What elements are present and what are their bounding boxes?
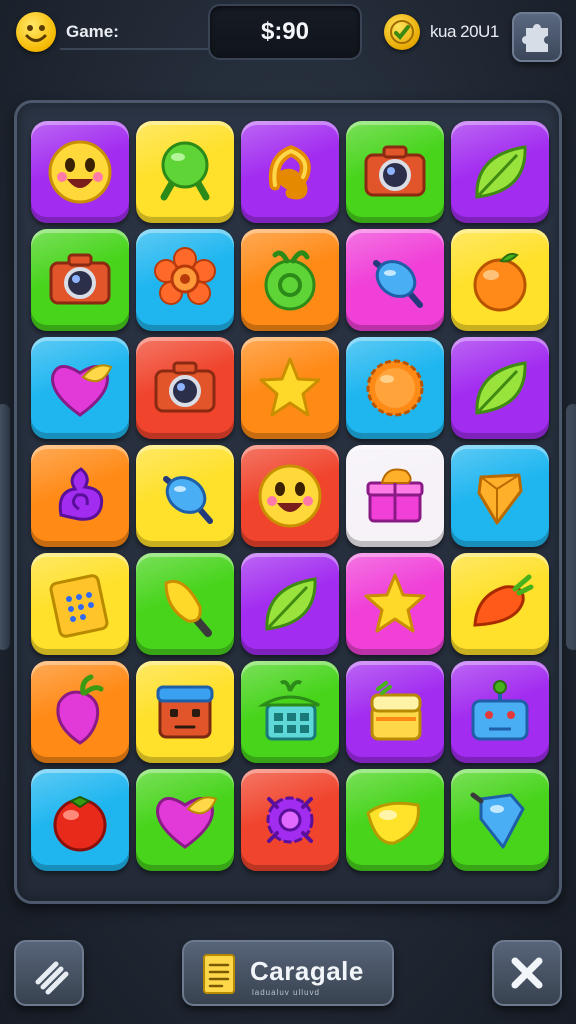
green-apple-icon — [264, 250, 316, 311]
tile[interactable] — [241, 661, 339, 763]
tile[interactable] — [31, 661, 129, 763]
orange-ribbon-icon — [268, 145, 311, 200]
lemon-icon — [366, 801, 420, 845]
tile[interactable] — [451, 445, 549, 547]
gift-box-icon — [366, 468, 424, 523]
calculator-icon — [49, 574, 109, 638]
menu-icon — [35, 961, 69, 995]
right-side-tab — [566, 404, 576, 650]
tile[interactable] — [451, 769, 549, 871]
orange-gem-icon — [477, 473, 523, 525]
game-board — [14, 100, 562, 904]
heart-icon — [156, 796, 218, 849]
puzzle-piece-icon — [522, 24, 548, 52]
score-value: $:90 — [260, 18, 310, 45]
basket-icon — [257, 680, 320, 741]
puzzle-button[interactable] — [512, 12, 562, 62]
green-lollipop-icon — [160, 141, 210, 201]
leaf-icon — [475, 145, 527, 199]
tile[interactable] — [31, 229, 129, 331]
tile[interactable] — [346, 769, 444, 871]
camera-icon — [49, 253, 111, 305]
tile[interactable] — [136, 661, 234, 763]
camera-icon — [364, 145, 426, 197]
robot-face-icon — [156, 685, 214, 739]
tile[interactable] — [346, 661, 444, 763]
action-button[interactable]: Caragale ladualuv ulluvd — [182, 940, 394, 1006]
orange-cookie-icon — [366, 359, 424, 417]
blue-lollipop-icon — [373, 260, 423, 308]
tile[interactable] — [31, 121, 129, 223]
close-icon — [511, 957, 543, 989]
yellow-popsicle-icon — [164, 580, 212, 637]
score-display: $:90 — [208, 4, 362, 60]
tile[interactable] — [241, 229, 339, 331]
action-sublabel: ladualuv ulluvd — [252, 988, 320, 997]
tile[interactable] — [241, 769, 339, 871]
coin-icon — [384, 14, 420, 50]
tile[interactable] — [136, 445, 234, 547]
tile[interactable] — [136, 553, 234, 655]
game-label: Game: — [66, 22, 119, 41]
cake-icon — [370, 681, 422, 741]
tile[interactable] — [451, 553, 549, 655]
tile[interactable] — [241, 337, 339, 439]
tomato-icon — [53, 795, 107, 852]
tile[interactable] — [241, 445, 339, 547]
tile[interactable] — [241, 121, 339, 223]
leaf-icon — [475, 361, 527, 415]
star-icon — [259, 357, 321, 417]
blue-lollipop-icon — [163, 476, 213, 524]
tile[interactable] — [136, 229, 234, 331]
robot-icon — [471, 680, 529, 741]
tile[interactable] — [451, 229, 549, 331]
tile[interactable] — [346, 121, 444, 223]
blue-gem-icon — [470, 792, 525, 849]
orange-flower-icon — [154, 247, 216, 305]
tile[interactable] — [31, 553, 129, 655]
document-icon — [203, 954, 235, 994]
smiley-face-icon — [258, 464, 322, 528]
purple-flower-icon — [266, 796, 314, 844]
tile[interactable] — [136, 121, 234, 223]
action-label: Caragale — [250, 956, 364, 986]
leaf-icon — [265, 577, 317, 631]
tile[interactable] — [136, 337, 234, 439]
carrot-icon — [473, 574, 534, 627]
tile[interactable] — [346, 445, 444, 547]
tile[interactable] — [451, 661, 549, 763]
tile[interactable] — [136, 769, 234, 871]
heart-icon — [51, 364, 113, 417]
camera-icon — [154, 361, 216, 413]
tile[interactable] — [31, 769, 129, 871]
smiley-face-icon — [16, 12, 56, 52]
tile[interactable] — [451, 121, 549, 223]
tile[interactable] — [31, 337, 129, 439]
radish-icon — [56, 674, 104, 745]
tile[interactable] — [241, 553, 339, 655]
left-side-tab — [0, 404, 10, 650]
top-bar: Game: $:90 kua 20U1 — [0, 0, 576, 70]
tile[interactable] — [451, 337, 549, 439]
divider — [60, 48, 210, 50]
tile[interactable] — [346, 553, 444, 655]
tile[interactable] — [346, 229, 444, 331]
menu-button[interactable] — [14, 940, 84, 1006]
smiley-face-icon — [48, 140, 112, 204]
close-button[interactable] — [492, 940, 562, 1006]
tile[interactable] — [31, 445, 129, 547]
purple-swirl-icon — [58, 467, 104, 521]
level-label: kua 20U1 — [430, 22, 499, 41]
orange-fruit-icon — [473, 252, 527, 312]
tile[interactable] — [346, 337, 444, 439]
star-icon — [364, 573, 426, 633]
